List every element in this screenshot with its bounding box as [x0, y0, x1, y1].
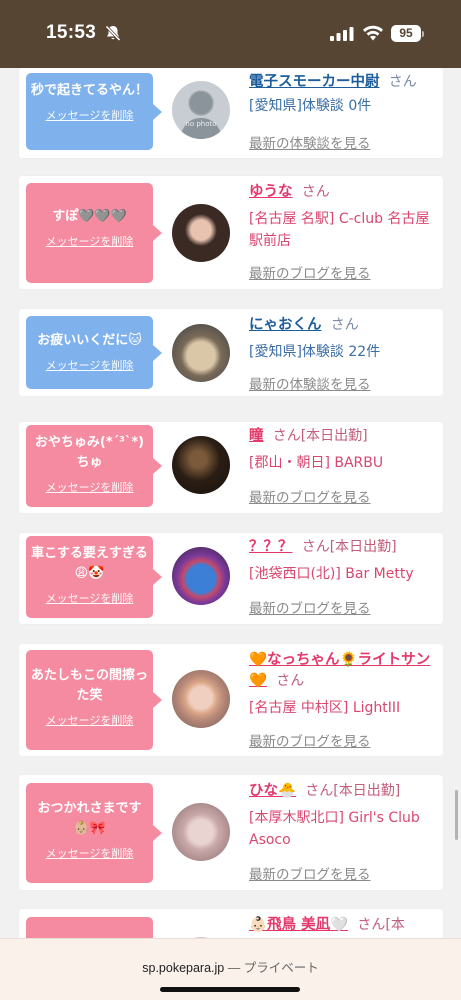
message-text: すぽ🩶🩶🩶	[52, 209, 127, 224]
latest-blog-link[interactable]: 最新のブログを見る	[249, 863, 371, 883]
battery-level: 95	[391, 25, 421, 42]
latest-review-link[interactable]: 最新の体験談を見る	[249, 132, 371, 152]
latest-review-link[interactable]: 最新の体験談を見る	[249, 373, 371, 393]
delete-message-link[interactable]: メッセージを削除	[46, 107, 134, 123]
cellular-signal-icon	[330, 27, 354, 41]
slime-avatar[interactable]	[172, 547, 230, 605]
message-text: おやちゅみ(*´³`*) ちゅ	[34, 435, 145, 470]
user-info: ？？？ さん[本日出勤] [池袋西口(北)] Bar Metty 最新のブログを…	[249, 537, 437, 617]
message-card: おやちゅみ(*´³`*) ちゅ メッセージを削除 瞳 さん[本日出勤] [郡山・…	[19, 422, 443, 513]
user-detail: [郡山・朝日] BARBU	[249, 455, 384, 471]
on-duty-badge: [本日出勤]	[300, 428, 368, 444]
message-card: おつかれさまです👶🏼🎀 メッセージを削除 ひな🐣 さん[本日出勤] [本厚木駅北…	[19, 775, 443, 890]
honorific: さん	[301, 539, 330, 555]
delete-message-link[interactable]: メッセージを削除	[46, 712, 134, 728]
message-bubble: おつかれさまです👶🏼🎀 メッセージを削除	[26, 783, 162, 883]
user-detail: [名古屋 名駅] C-club 名古屋駅前店	[249, 211, 430, 249]
latest-blog-link[interactable]: 最新のブログを見る	[249, 730, 371, 750]
message-card: 車こする要えすぎる😩🤡 メッセージを削除 ？？？ さん[本日出勤] [池袋西口(…	[19, 533, 443, 624]
status-bar: 15:53 95	[0, 0, 461, 68]
user-name-link[interactable]: ゆうな	[249, 184, 293, 200]
honorific: さん	[301, 184, 330, 200]
on-duty-badge: [本日出勤]	[333, 783, 401, 799]
home-indicator[interactable]	[160, 987, 300, 992]
message-bubble: あたしもこの間擦った笑 メッセージを削除	[26, 650, 162, 750]
message-card: すぽ🩶🩶🩶 メッセージを削除 ゆうな さん [名古屋 名駅] C-club 名古…	[19, 176, 443, 289]
user-name-link[interactable]: 電子スモーカー中尉	[249, 74, 380, 90]
message-text: 車こする要えすぎる😩🤡	[31, 546, 148, 581]
message-card: 👶🏻飛鳥 美凪🤍 さん[本	[19, 909, 443, 938]
user-detail: [本厚木駅北口] Girl's Club Asoco	[249, 810, 420, 848]
honorific: さん	[276, 673, 305, 689]
honorific: さん	[330, 317, 359, 333]
delete-message-link[interactable]: メッセージを削除	[46, 479, 134, 495]
user-info: ゆうな さん [名古屋 名駅] C-club 名古屋駅前店 最新のブログを見る	[249, 182, 437, 282]
honorific: さん	[305, 783, 334, 799]
wifi-icon	[363, 25, 383, 41]
message-list[interactable]: 秒で起きてるやん！ メッセージを削除 no photo 電子スモーカー中尉 さん…	[0, 68, 461, 938]
message-card: お疲いいくだに🐱 メッセージを削除 にゃおくん さん [愛知県]体験談 22件 …	[19, 309, 443, 396]
user-name-link[interactable]: ？？？	[249, 539, 293, 555]
user-info: 👶🏻飛鳥 美凪🤍 さん[本	[249, 915, 437, 936]
user-name-link[interactable]: にゃおくん	[249, 317, 322, 333]
message-text: おつかれさまです👶🏼🎀	[37, 801, 142, 836]
message-bubble: おやちゅみ(*´³`*) ちゅ メッセージを削除	[26, 425, 162, 507]
latest-blog-link[interactable]: 最新のブログを見る	[249, 262, 371, 282]
message-bubble: すぽ🩶🩶🩶 メッセージを削除	[26, 183, 162, 283]
user-name-link[interactable]: ひな🐣	[249, 783, 296, 799]
message-bubble	[26, 917, 153, 938]
svg-text:no photo: no photo	[185, 120, 216, 128]
user-detail: [池袋西口(北)] Bar Metty	[249, 566, 414, 582]
user-info: にゃおくん さん [愛知県]体験談 22件 最新の体験談を見る	[249, 315, 437, 393]
user-info: 瞳 さん[本日出勤] [郡山・朝日] BARBU 最新のブログを見る	[249, 426, 437, 506]
latest-blog-link[interactable]: 最新のブログを見る	[249, 486, 371, 506]
message-bubble: 秒で起きてるやん！ メッセージを削除	[26, 73, 162, 150]
user-detail: [名古屋 中村区] LightIII	[249, 700, 401, 716]
on-duty-badge: [本	[385, 917, 405, 933]
user-info: 電子スモーカー中尉 さん [愛知県]体験談 0件 最新の体験談を見る	[249, 72, 437, 152]
cat-avatar[interactable]	[172, 324, 230, 382]
user-info: ひな🐣 さん[本日出勤] [本厚木駅北口] Girl's Club Asoco …	[249, 781, 437, 883]
message-text: あたしもこの間擦った笑	[30, 668, 148, 703]
browser-address-bar[interactable]: sp.pokepara.jp — プライベート	[0, 938, 461, 1000]
user-detail: [愛知県]体験談 22件	[249, 344, 381, 360]
message-bubble: お疲いいくだに🐱 メッセージを削除	[26, 316, 162, 389]
delete-message-link[interactable]: メッセージを削除	[46, 590, 134, 606]
status-time: 15:53	[46, 22, 97, 43]
latest-blog-link[interactable]: 最新のブログを見る	[249, 597, 371, 617]
scrollbar[interactable]	[455, 790, 458, 840]
bell-off-icon	[105, 25, 121, 42]
private-mode-label: — プライベート	[227, 961, 319, 975]
message-card: あたしもこの間擦った笑 メッセージを削除 🧡なっちゃん🌻ライトサン🧡 さん [名…	[19, 644, 443, 756]
user-name-link[interactable]: 瞳	[249, 428, 264, 444]
flower-girl-avatar[interactable]	[172, 803, 230, 861]
honorific: さん	[272, 428, 301, 444]
message-text: 秒で起きてるやん！	[30, 83, 148, 98]
honorific: さん	[357, 917, 386, 933]
message-text: お疲いいくだに🐱	[37, 333, 142, 348]
person-silhouette-icon: no photo	[180, 92, 222, 139]
delete-message-link[interactable]: メッセージを削除	[46, 233, 134, 249]
user-name-link[interactable]: 👶🏻飛鳥 美凪🤍	[249, 917, 348, 933]
no-photo-avatar[interactable]: no photo	[172, 81, 230, 139]
blonde-girl-avatar[interactable]	[172, 670, 230, 728]
user-detail: [愛知県]体験談 0件	[249, 98, 372, 114]
battery-icon	[422, 31, 424, 37]
delete-message-link[interactable]: メッセージを削除	[46, 357, 134, 373]
dark-room-avatar[interactable]	[172, 436, 230, 494]
on-duty-badge: [本日出勤]	[329, 539, 397, 555]
message-bubble: 車こする要えすぎる😩🤡 メッセージを削除	[26, 536, 162, 618]
delete-message-link[interactable]: メッセージを削除	[46, 845, 134, 861]
user-info: 🧡なっちゃん🌻ライトサン🧡 さん [名古屋 中村区] LightIII 最新のブ…	[249, 650, 437, 750]
honorific: さん	[388, 74, 417, 90]
domain-text: sp.pokepara.jp	[142, 961, 225, 975]
girl-avatar[interactable]	[172, 204, 230, 262]
message-card: 秒で起きてるやん！ メッセージを削除 no photo 電子スモーカー中尉 さん…	[19, 68, 443, 158]
url-display[interactable]: sp.pokepara.jp — プライベート	[0, 957, 461, 976]
